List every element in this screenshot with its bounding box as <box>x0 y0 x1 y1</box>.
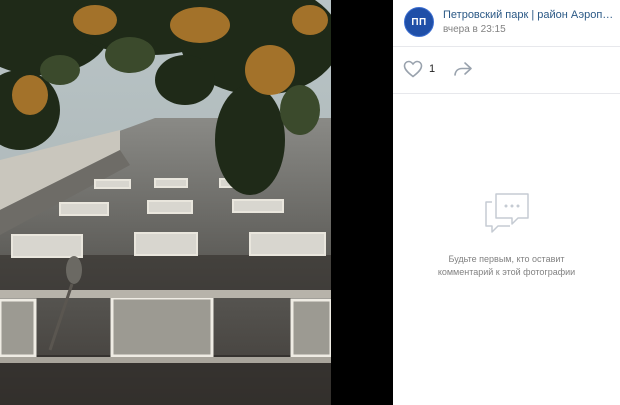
post-header: ПП Петровский парк | район Аэропорт... в… <box>393 0 620 47</box>
comment-bubble-icon <box>482 190 532 239</box>
post-photo[interactable] <box>0 0 331 405</box>
photo-viewer <box>0 0 393 405</box>
owner-name-link[interactable]: Петровский парк | район Аэропорт... <box>443 9 615 21</box>
avatar[interactable]: ПП <box>404 7 434 37</box>
empty-comments: Будьте первым, кто оставит комментарий к… <box>393 190 620 279</box>
like-button[interactable]: 1 <box>403 60 435 78</box>
avatar-initials: ПП <box>411 16 427 28</box>
like-count: 1 <box>429 63 436 75</box>
share-button[interactable] <box>453 61 473 82</box>
post-actions: 1 <box>393 47 620 94</box>
empty-comments-text: Будьте первым, кто оставит комментарий к… <box>437 254 576 277</box>
post-sidebar: ПП Петровский парк | район Аэропорт... в… <box>393 0 620 405</box>
building-photo <box>0 0 331 405</box>
share-icon <box>454 62 472 76</box>
heart-icon <box>403 60 423 78</box>
post-timestamp[interactable]: вчера в 23:15 <box>443 24 506 35</box>
